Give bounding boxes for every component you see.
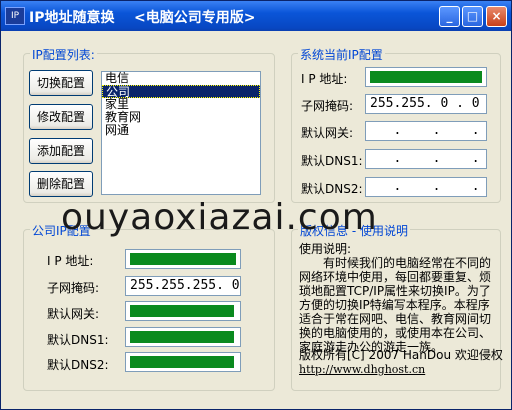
masked-value <box>370 71 482 83</box>
usage-heading: 使用说明: <box>299 242 352 256</box>
config-list-title: IP配置列表: <box>30 46 97 63</box>
current-dns1-label: 默认DNS1: <box>301 154 363 168</box>
company-mask-field[interactable]: 255.255.255. 0 <box>125 276 241 296</box>
close-button[interactable]: × <box>486 6 507 27</box>
company-gateway-label: 默认网关: <box>47 307 100 321</box>
switch-config-button[interactable]: 切换配置 <box>29 70 93 96</box>
current-dns2-label: 默认DNS2: <box>301 182 363 196</box>
delete-config-button[interactable]: 删除配置 <box>29 171 93 197</box>
current-ip-label: I P 地址: <box>301 72 348 86</box>
company-ip-field[interactable] <box>125 249 241 269</box>
minimize-button[interactable]: _ <box>439 6 460 27</box>
masked-value <box>130 253 236 265</box>
config-listbox[interactable]: 电信 公司 家里 教育网 网通 <box>101 71 261 195</box>
company-dns2-label: 默认DNS2: <box>47 358 109 372</box>
current-ip-title: 系统当前IP配置 <box>298 46 385 63</box>
usage-info: 使用说明: 有时候我们的电脑经常在不同的网络环境中使用，每回都要重复、烦琐地配置… <box>299 242 495 354</box>
app-icon: IP <box>5 7 25 25</box>
list-item[interactable]: 网通 <box>102 124 260 137</box>
current-ip-field[interactable] <box>365 67 487 87</box>
title-bar[interactable]: IP IP地址随意换 <电脑公司专用版> _ □ × <box>1 1 511 31</box>
company-dns1-field[interactable] <box>125 327 241 347</box>
main-window: IP IP地址随意换 <电脑公司专用版> _ □ × IP配置列表: 切换配置 … <box>0 0 512 410</box>
window-title: IP地址随意换 <电脑公司专用版> <box>29 10 256 26</box>
copyright-text: 版权所有[C] 2007 HanDou 欢迎侵权 <box>299 348 503 362</box>
current-dns1-field[interactable]: . . . <box>365 149 487 169</box>
company-ip-label: I P 地址: <box>47 254 94 268</box>
masked-value <box>130 331 234 343</box>
current-mask-label: 子网掩码: <box>301 99 354 113</box>
edit-config-button[interactable]: 修改配置 <box>29 104 93 130</box>
company-dns2-field[interactable] <box>125 352 241 372</box>
website-link[interactable]: http://www.dhghost.cn <box>299 363 425 376</box>
company-mask-label: 子网掩码: <box>47 281 100 295</box>
company-dns1-label: 默认DNS1: <box>47 333 109 347</box>
current-mask-field[interactable]: 255.255. 0 . 0 <box>365 94 487 114</box>
current-gateway-field[interactable]: . . . <box>365 121 487 141</box>
company-gateway-field[interactable] <box>125 301 241 321</box>
current-gateway-label: 默认网关: <box>301 126 354 140</box>
usage-description: 有时候我们的电脑经常在不同的网络环境中使用，每回都要重复、烦琐地配置TCP/IP… <box>299 256 492 354</box>
current-dns2-field[interactable]: . . . <box>365 177 487 197</box>
masked-value <box>130 356 234 368</box>
list-item[interactable]: 电信 <box>102 72 260 85</box>
masked-value <box>130 305 234 317</box>
watermark: ouyaoxiazai.com <box>61 197 378 238</box>
maximize-button[interactable]: □ <box>462 6 483 27</box>
add-config-button[interactable]: 添加配置 <box>29 138 93 164</box>
